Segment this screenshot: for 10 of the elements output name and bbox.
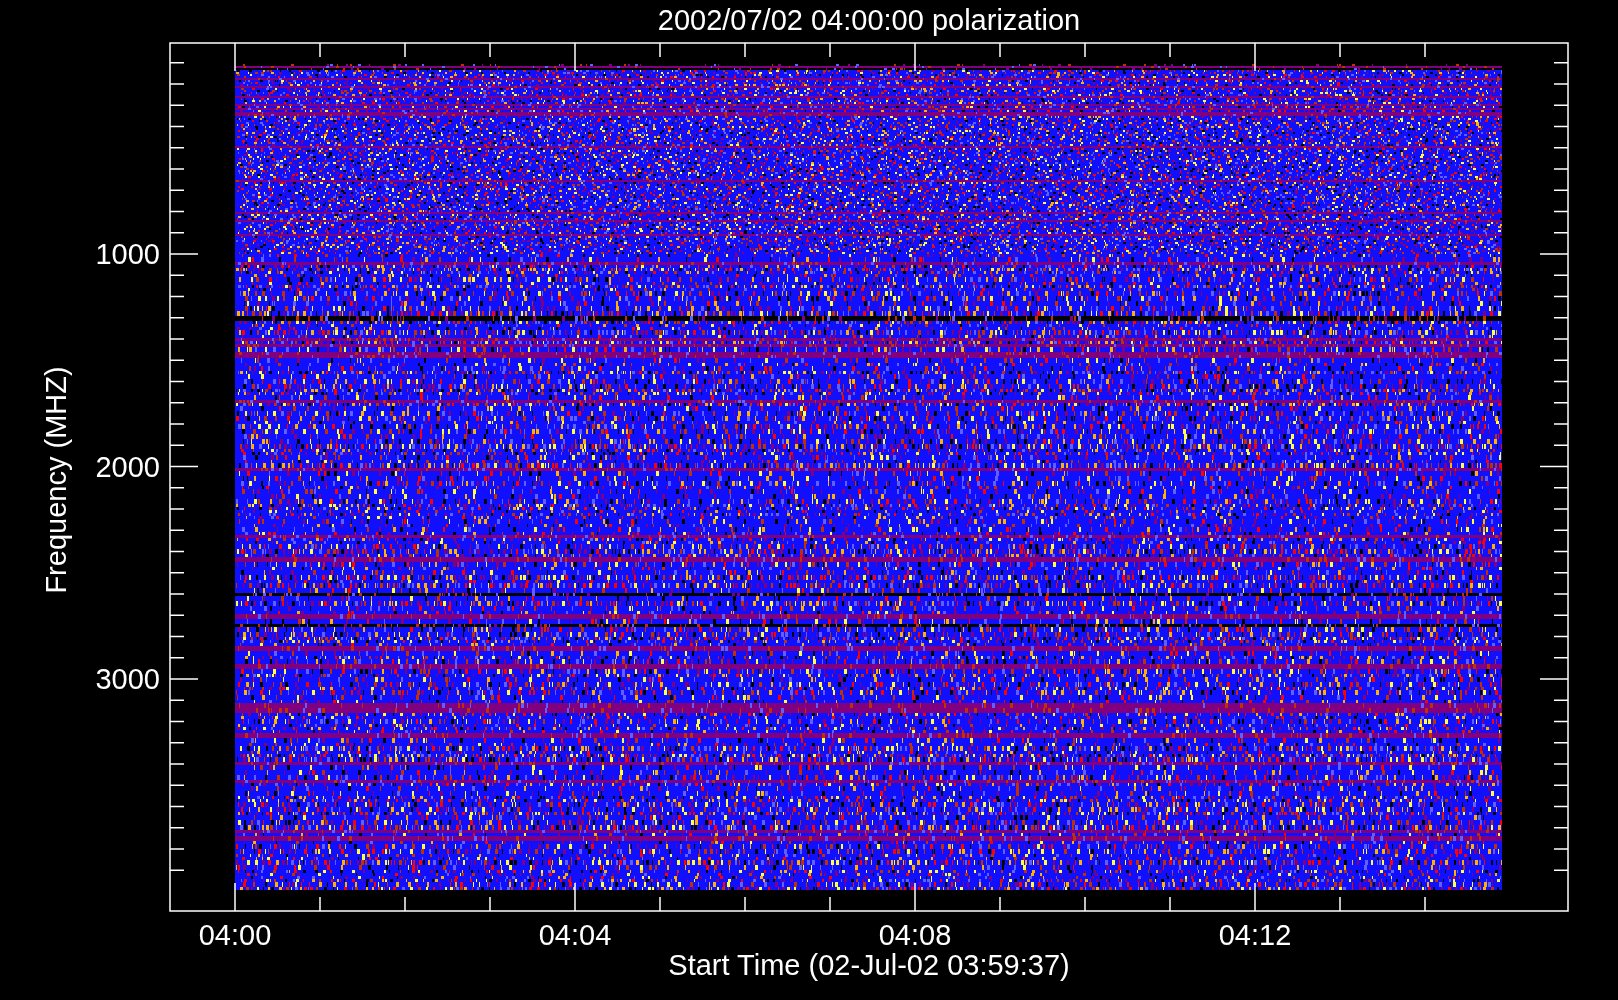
y-axis-label: Frequency (MHZ) xyxy=(40,366,72,594)
x-tick-label: 04:12 xyxy=(1218,919,1292,951)
y-tick-label: 2000 xyxy=(95,450,160,483)
y-tick-label: 1000 xyxy=(95,238,160,270)
x-tick-label: 04:04 xyxy=(538,919,612,951)
x-axis-label: Start Time (02-Jul-02 03:59:37) xyxy=(668,949,1070,981)
x-tick-label: 04:08 xyxy=(878,919,952,951)
plot-title: 2002/07/02 04:00:00 polarization xyxy=(657,4,1081,36)
y-tick-label: 3000 xyxy=(95,663,160,695)
x-tick-label: 04:00 xyxy=(198,919,272,951)
